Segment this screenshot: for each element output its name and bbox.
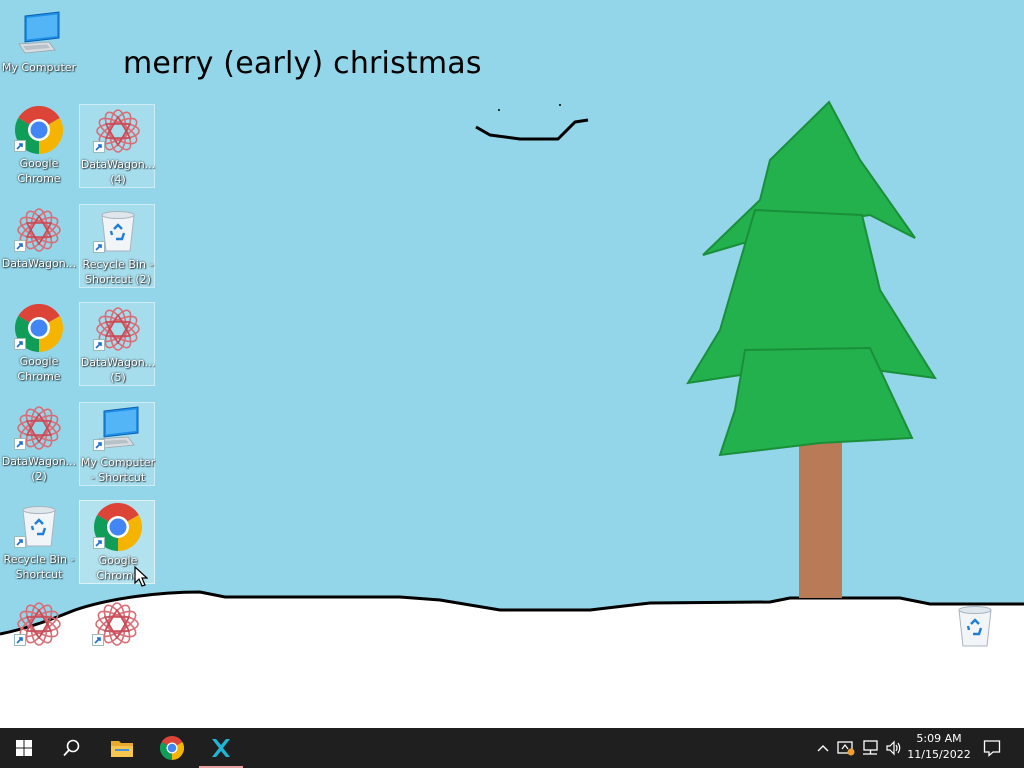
shortcut-arrow-icon [93, 439, 105, 451]
desktop-icon-label: DataWagon... (5) [80, 356, 156, 384]
scribble-line [475, 118, 589, 141]
tree-trunk [799, 440, 842, 598]
clock-time: 5:09 AM [916, 732, 962, 745]
notification-icon [983, 740, 1001, 757]
chevron-up-icon [817, 745, 829, 752]
mouse-cursor [134, 566, 148, 587]
shortcut-arrow-icon [92, 634, 104, 646]
desktop-icon[interactable]: Recycle Bin - Shortcut (2) [79, 204, 155, 288]
volume-tray-button[interactable] [884, 728, 904, 768]
volume-icon [886, 740, 901, 756]
desktop-icon[interactable]: Recycle Bin - Shortcut [1, 500, 77, 584]
desktop-icon-label: DataWagon... (2) [1, 455, 77, 483]
security-icon [837, 741, 855, 756]
shortcut-arrow-icon [14, 140, 26, 152]
search-button[interactable] [48, 728, 96, 768]
shortcut-arrow-icon [93, 537, 105, 549]
desktop-icon[interactable]: My Computer [1, 8, 77, 92]
taskbar: 5:09 AM 11/15/2022 [0, 728, 1024, 768]
shortcut-arrow-icon [14, 240, 26, 252]
clock[interactable]: 5:09 AM 11/15/2022 [904, 731, 974, 763]
desktop[interactable]: merry (early) christmas My Computer Googl… [0, 0, 1024, 728]
network-icon [863, 740, 878, 755]
network-tray-button[interactable] [860, 728, 880, 768]
scribble-dot [559, 104, 561, 106]
search-icon [63, 739, 80, 757]
x-app-taskbar-button[interactable] [197, 728, 245, 768]
shortcut-arrow-icon [93, 241, 105, 253]
desktop-icon[interactable]: Google Chrome [1, 302, 77, 386]
x-app-icon [212, 739, 230, 757]
shortcut-arrow-icon [93, 339, 105, 351]
desktop-icon[interactable]: DataWagon... (4) [79, 104, 155, 188]
desktop-icon-label: Recycle Bin - Shortcut (2) [82, 258, 154, 286]
desktop-icon[interactable]: My Computer - Shortcut [79, 402, 155, 486]
computer-icon [15, 10, 63, 58]
desktop-icon[interactable]: DataWagon... (5) [79, 302, 155, 386]
desktop-icon-label: DataWagon... (4) [80, 158, 156, 186]
desktop-icon[interactable] [79, 598, 155, 682]
chrome-icon [160, 736, 184, 760]
file-explorer-button[interactable] [98, 728, 146, 768]
windows-icon [16, 740, 32, 756]
desktop-icon-label: Google Chrome [17, 157, 61, 185]
greeting-text: merry (early) christmas [123, 46, 482, 81]
desktop-icon-label: My Computer [1, 61, 77, 74]
desktop-icon[interactable]: DataWagon... [1, 204, 77, 288]
desktop-icon[interactable] [937, 600, 1013, 684]
desktop-icon-label: My Computer - Shortcut [80, 456, 156, 484]
desktop-icon-label: DataWagon... [1, 257, 77, 270]
desktop-icon-label: Google Chrome [17, 355, 61, 383]
recycle-bin-icon [951, 602, 999, 650]
shortcut-arrow-icon [14, 438, 26, 450]
shortcut-arrow-icon [14, 338, 26, 350]
folder-icon [111, 741, 133, 757]
show-hidden-icons-button[interactable] [814, 728, 832, 768]
desktop-icon[interactable] [1, 598, 77, 682]
shortcut-arrow-icon [14, 536, 26, 548]
desktop-icon[interactable]: DataWagon... (2) [1, 402, 77, 486]
chrome-taskbar-button[interactable] [148, 728, 196, 768]
clock-date: 11/15/2022 [907, 748, 971, 761]
desktop-icon-label: Recycle Bin - Shortcut [3, 553, 75, 581]
scribble-dot [498, 109, 500, 111]
security-tray-button[interactable] [836, 728, 856, 768]
shortcut-arrow-icon [14, 634, 26, 646]
notification-center-button[interactable] [980, 728, 1004, 768]
shortcut-arrow-icon [93, 141, 105, 153]
start-button[interactable] [0, 728, 48, 768]
desktop-icon[interactable]: Google Chrome [1, 104, 77, 188]
